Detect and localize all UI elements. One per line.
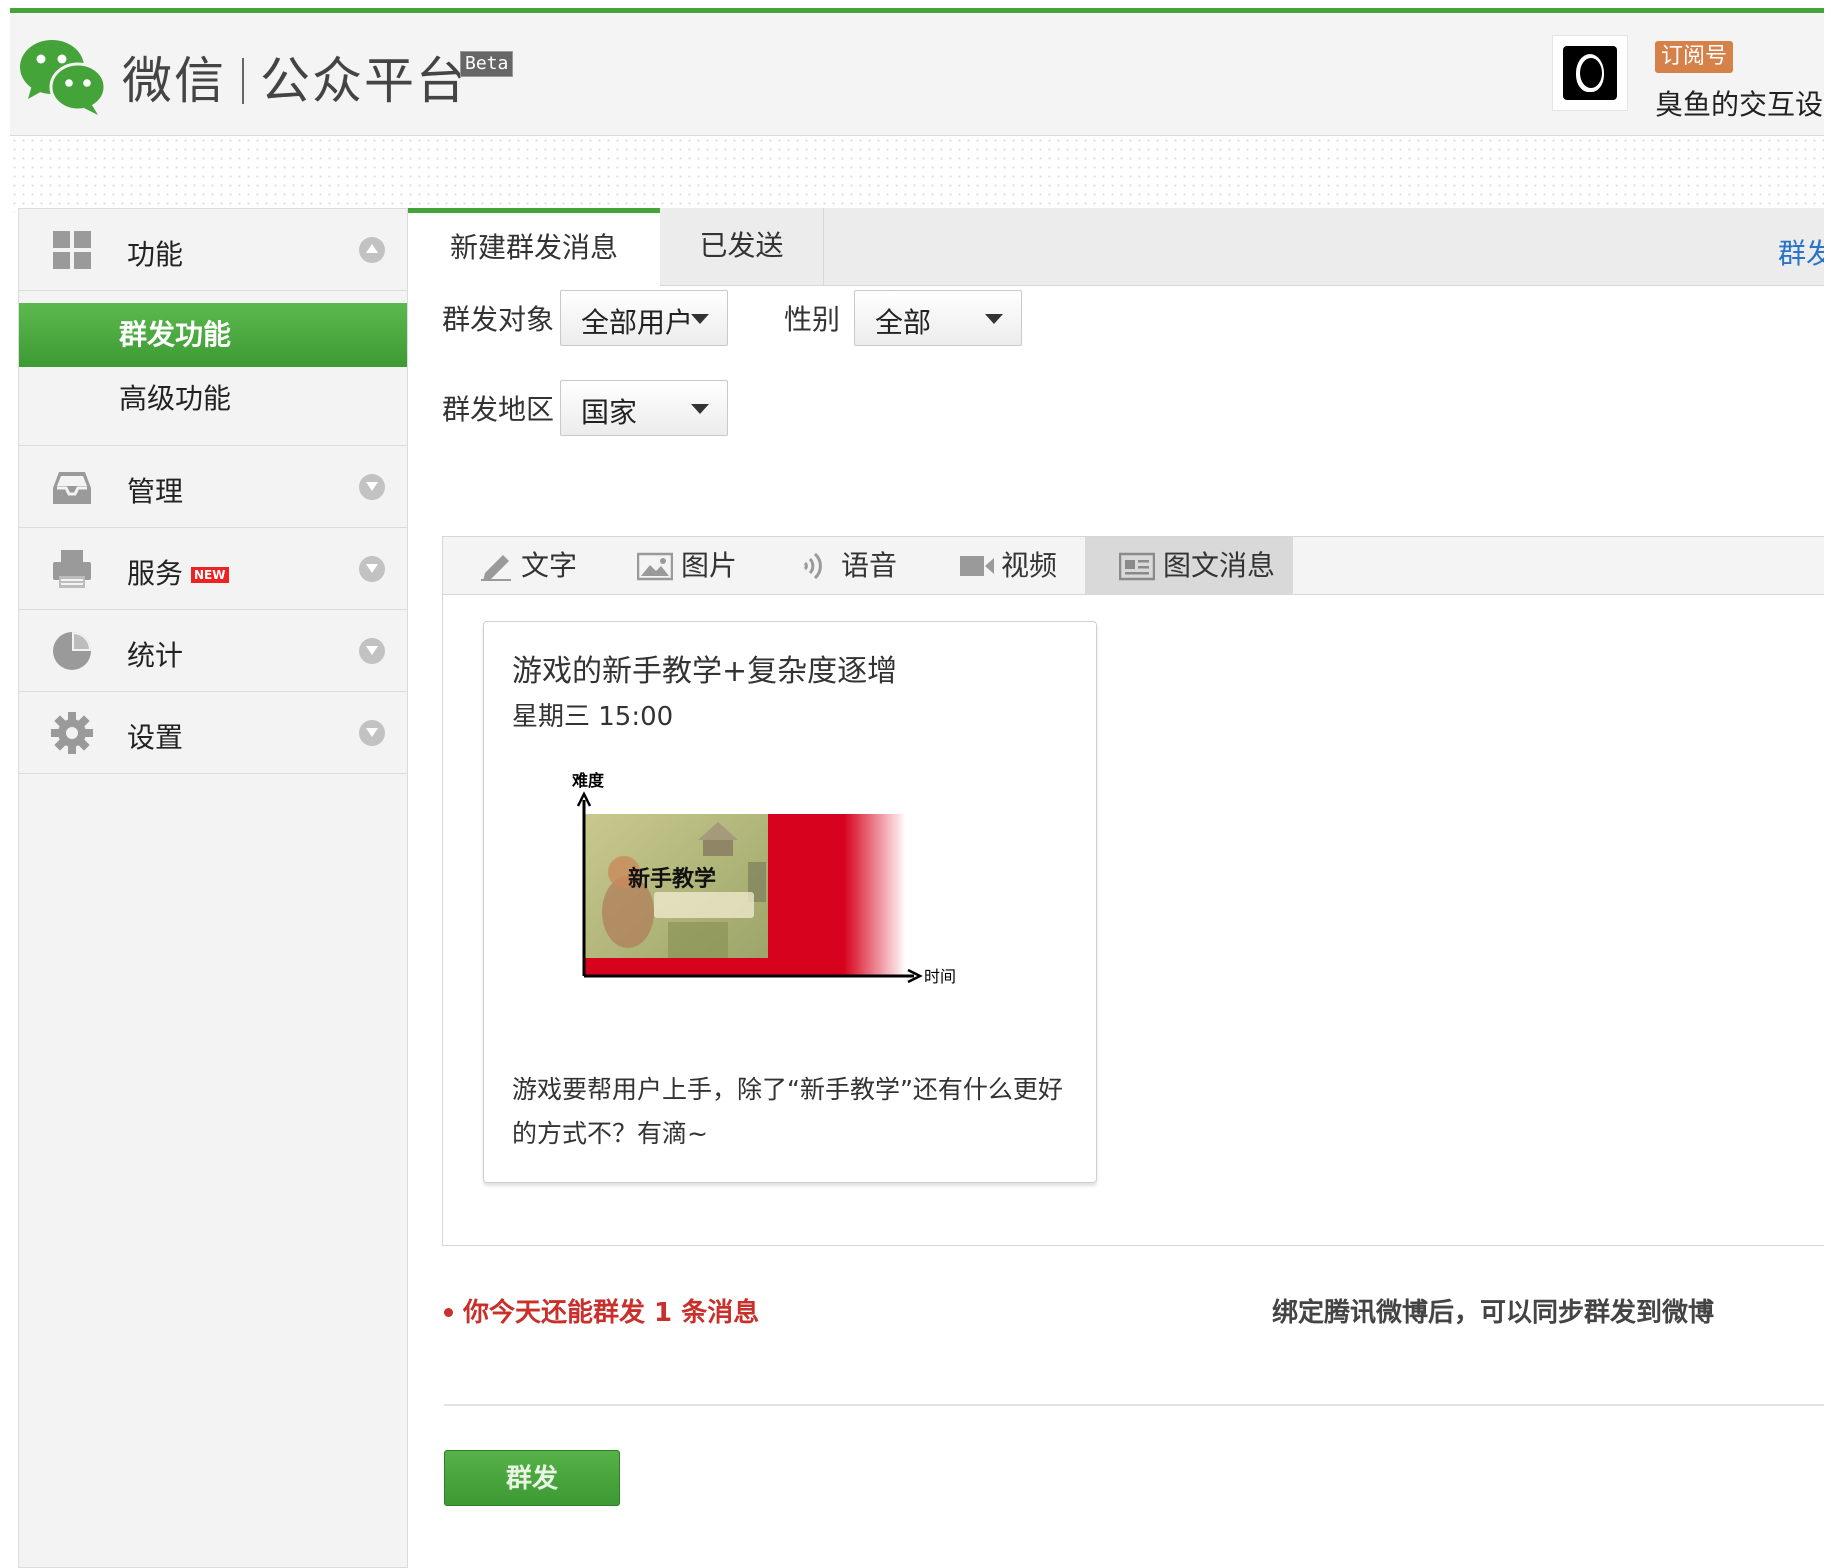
sidebar-subitems: 群发功能 高级功能 <box>19 291 407 446</box>
account-type-badge: 订阅号 <box>1655 41 1734 73</box>
sidebar: 功能 群发功能 高级功能 管理 服务 NEW 统计 设置 <box>18 208 408 1568</box>
sidebar-section-stats[interactable]: 统计 <box>19 610 407 692</box>
cover-x-axis-label: 时间 <box>924 967 956 986</box>
sidebar-section-settings[interactable]: 设置 <box>19 692 407 774</box>
chevron-up-icon[interactable] <box>359 237 385 263</box>
chevron-down-icon[interactable] <box>359 556 385 582</box>
new-badge: NEW <box>191 567 229 583</box>
tool-news[interactable]: 图文消息 <box>1085 537 1293 595</box>
region-select[interactable]: 国家 <box>560 380 728 436</box>
chevron-down-icon <box>691 314 709 324</box>
platform-title: 微信 公众平台 <box>122 41 468 113</box>
target-select[interactable]: 全部用户 <box>560 290 728 346</box>
cover-center-label: 新手教学 <box>628 866 716 892</box>
bind-weibo-note: 绑定腾讯微博后，可以同步群发到微博 <box>1272 1298 1715 1328</box>
chevron-down-icon <box>985 314 1003 324</box>
chevron-down-icon[interactable] <box>359 474 385 500</box>
news-icon <box>1119 552 1155 581</box>
account-name[interactable]: 臭鱼的交互设计 <box>1655 83 1834 123</box>
image-icon <box>637 552 673 581</box>
sidebar-section-label: 服务 NEW <box>127 552 229 592</box>
avatar-icon <box>1563 46 1617 100</box>
grid-icon <box>53 231 91 269</box>
sidebar-section-service[interactable]: 服务 NEW <box>19 528 407 610</box>
target-select-value: 全部用户 <box>581 306 694 339</box>
region-label: 群发地区 <box>442 393 555 426</box>
sidebar-section-label: 统计 <box>127 639 184 672</box>
gender-select-value: 全部 <box>875 306 932 339</box>
card-title: 游戏的新手教学+复杂度逐增 <box>512 654 898 689</box>
card-description: 游戏要帮用户上手，除了“新手教学”还有什么更好的方式不？有滴~ <box>512 1075 1063 1148</box>
sidebar-section-function[interactable]: 功能 <box>19 209 407 291</box>
app-frame: 微信 公众平台 Beta 订阅号 臭鱼的交互设计 功能 群发功能 高级功能 管理… <box>10 8 1834 1568</box>
gender-select[interactable]: 全部 <box>854 290 1022 346</box>
chevron-down-icon <box>691 404 709 414</box>
tool-text[interactable]: 文字 <box>479 537 619 595</box>
sound-icon <box>803 552 822 580</box>
region-select-value: 国家 <box>581 396 638 429</box>
main-content: 新建群发消息 已发送 群发 群发对象 全部用户 性别 全部 群发地区 国家 文字… <box>408 208 1834 1568</box>
sidebar-section-manage[interactable]: 管理 <box>19 446 407 528</box>
chevron-down-icon[interactable] <box>359 638 385 664</box>
video-icon <box>960 556 994 576</box>
target-label: 群发对象 <box>442 303 555 336</box>
sidebar-section-label: 设置 <box>127 721 184 754</box>
sidebar-item-advanced[interactable]: 高级功能 <box>19 367 407 431</box>
bullet-dot-icon <box>444 1308 453 1317</box>
card-time: 星期三 15:00 <box>512 702 674 732</box>
beta-badge: Beta <box>460 51 514 77</box>
brand-sub: 公众平台 <box>260 52 468 110</box>
account-avatar[interactable] <box>1552 35 1628 111</box>
cover-y-axis-label: 难度 <box>571 771 605 790</box>
sidebar-section-label: 管理 <box>127 475 184 508</box>
inbox-icon <box>53 472 91 504</box>
sidebar-section-label: 功能 <box>127 238 184 271</box>
tool-voice[interactable]: 语音 <box>799 537 939 595</box>
wechat-logo-icon <box>20 40 107 115</box>
tab-sent[interactable]: 已发送 <box>660 208 824 286</box>
top-header: 微信 公众平台 Beta 订阅号 臭鱼的交互设计 <box>10 8 1834 136</box>
divider <box>444 1404 1834 1406</box>
tool-video[interactable]: 视频 <box>959 537 1099 595</box>
gear-icon <box>51 712 93 754</box>
editor-toolbar: 文字 图片 语音 视频 图文消息 <box>443 537 1834 595</box>
tool-image[interactable]: 图片 <box>637 537 777 595</box>
gender-label: 性别 <box>784 303 841 336</box>
brand-divider <box>242 58 244 104</box>
message-editor: 文字 图片 语音 视频 图文消息 游戏的新手教学+复杂度逐增 星期三 15:00… <box>442 536 1834 1246</box>
page-edge <box>1824 0 1834 1568</box>
brand-main: 微信 <box>122 52 226 110</box>
card-cover-image: 难度 时间 新手教学 <box>571 771 956 986</box>
tab-bar: 新建群发消息 已发送 群发 <box>408 208 1834 287</box>
news-card[interactable]: 游戏的新手教学+复杂度逐增 星期三 15:00 难度 时间 新手教学 游戏要帮用… <box>483 621 1097 1183</box>
quota-notice: 你今天还能群发 1 条消息 <box>444 1292 759 1329</box>
printer-icon <box>53 550 91 588</box>
sidebar-item-mass-send[interactable]: 群发功能 <box>19 303 407 367</box>
pencil-icon <box>481 555 511 581</box>
tab-new-message[interactable]: 新建群发消息 <box>408 208 660 287</box>
dotted-banner <box>10 136 1834 212</box>
chevron-down-icon[interactable] <box>359 720 385 746</box>
send-button[interactable]: 群发 <box>444 1450 620 1506</box>
pie-icon <box>53 632 91 670</box>
